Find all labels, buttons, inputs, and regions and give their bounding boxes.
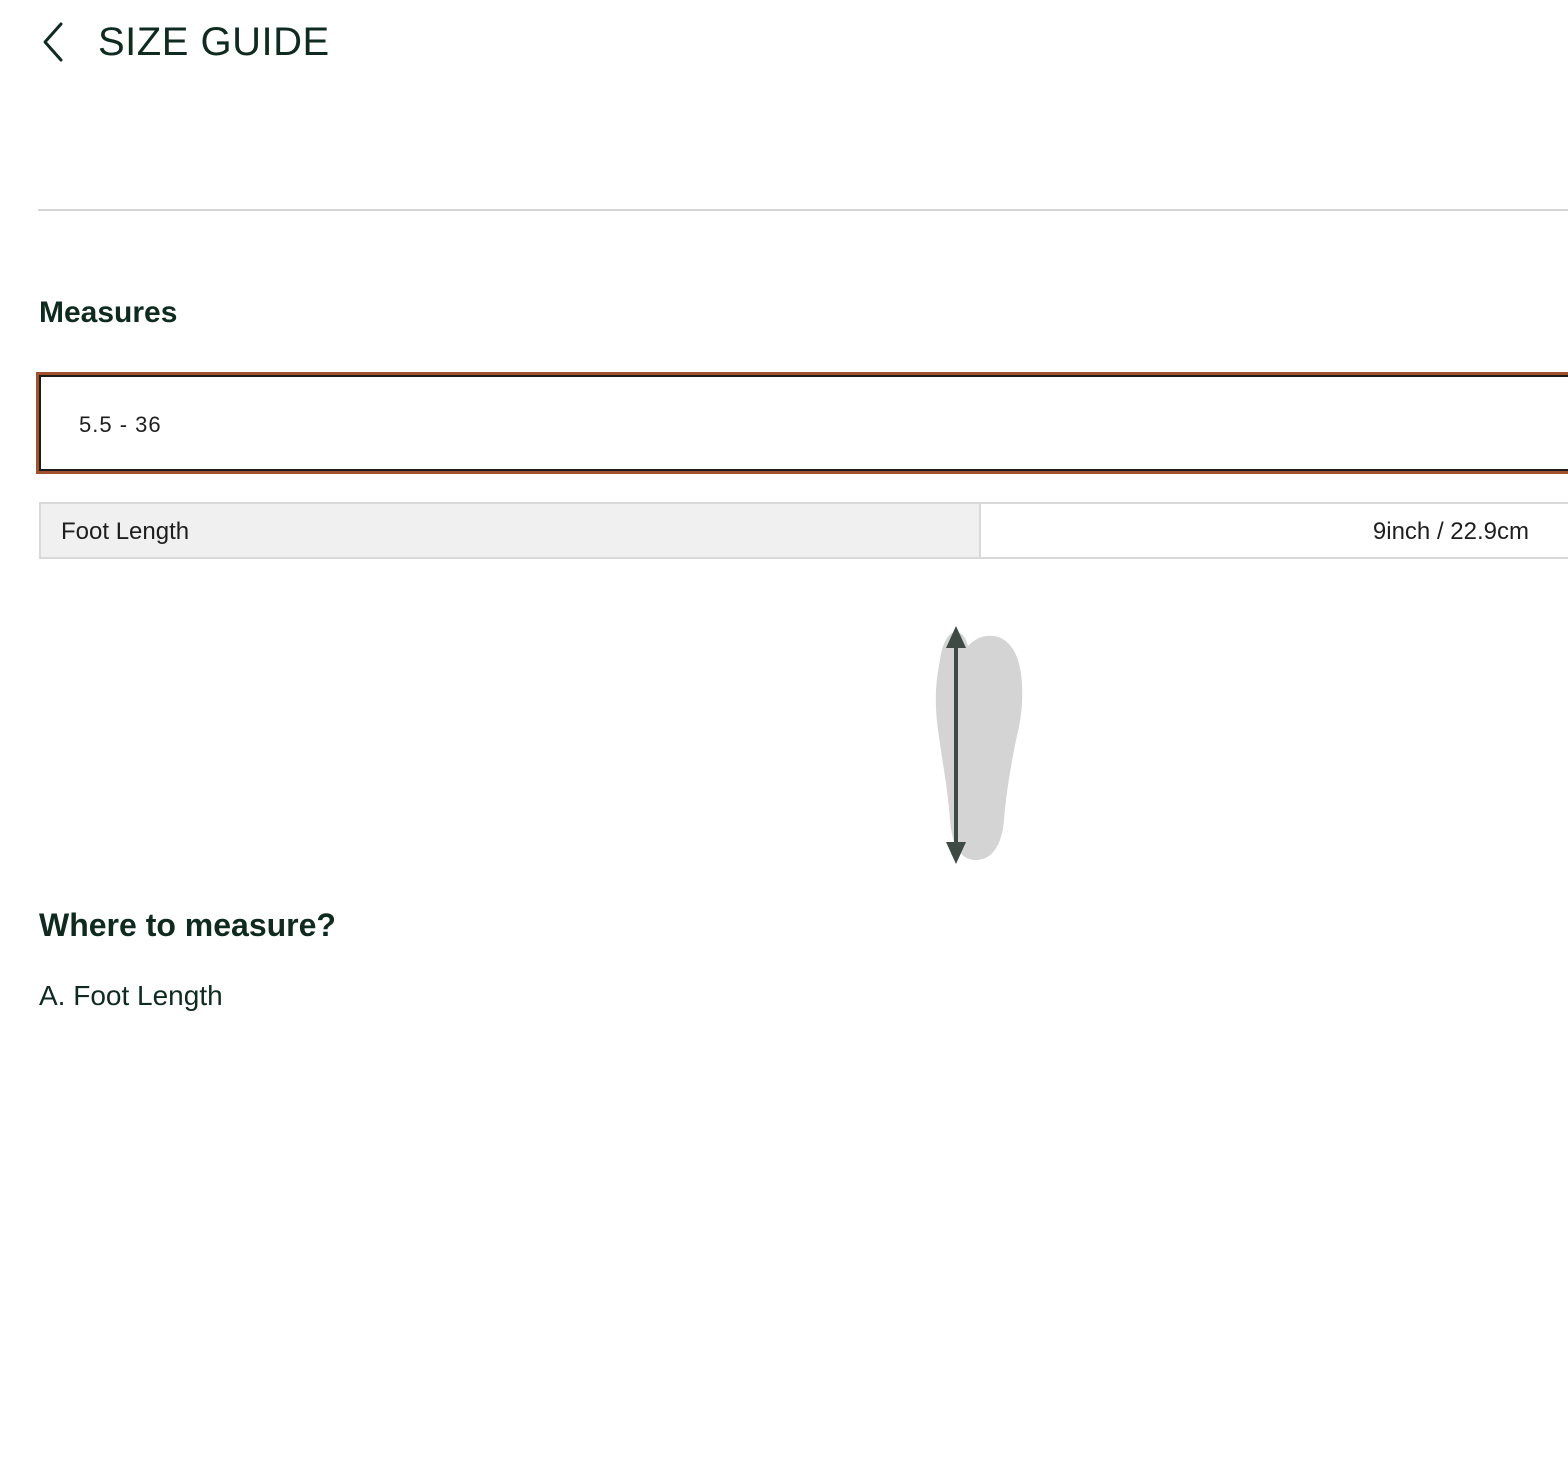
table-cell-value: 9inch / 22.9cm [979,502,1568,559]
selected-size-value: 5.5 - 36 [79,412,162,437]
foot-length-diagram [920,620,1040,870]
header: SIZE GUIDE [0,0,1568,90]
foot-length-value: 9inch / 22.9cm [1372,518,1529,545]
where-to-measure-item: A. Foot Length [39,980,223,1011]
size-selector-border [39,375,1568,471]
table-cell-label: Foot Length [39,502,981,559]
measures-heading: Measures [39,296,178,329]
page-title: SIZE GUIDE [98,20,330,64]
size-selector[interactable]: 5.5 - 36 [36,372,1568,474]
back-button[interactable] [36,20,70,64]
foot-length-label: Foot Length [61,518,190,545]
where-to-measure-heading: Where to measure? [39,907,336,943]
foot-icon [935,626,1023,864]
header-divider [38,209,1568,211]
chevron-left-icon [43,22,63,62]
